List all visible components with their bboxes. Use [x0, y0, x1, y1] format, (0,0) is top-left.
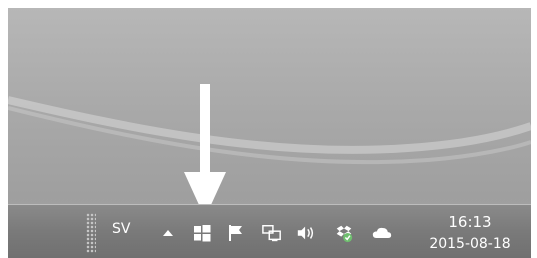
volume-icon[interactable] — [296, 223, 316, 243]
desktop: SV 16:13 2015-08-18 — [8, 8, 531, 258]
clock-time: 16:13 — [448, 213, 492, 231]
taskbar: SV 16:13 2015-08-18 — [8, 204, 531, 258]
network-icon[interactable] — [262, 223, 282, 243]
action-center-flag-icon[interactable] — [226, 223, 246, 243]
system-clock[interactable]: 16:13 2015-08-18 — [420, 211, 520, 255]
taskbar-grip[interactable] — [86, 213, 96, 253]
show-hidden-icons-chevron-icon[interactable] — [158, 223, 178, 243]
wallpaper-wave — [8, 96, 531, 165]
clock-date: 2015-08-18 — [429, 236, 511, 252]
dropbox-synced-icon[interactable] — [334, 223, 354, 243]
annotation-arrow — [184, 84, 226, 220]
language-indicator[interactable]: SV — [112, 221, 130, 237]
onedrive-cloud-icon[interactable] — [372, 223, 392, 243]
windows-logo-icon[interactable] — [192, 223, 212, 243]
